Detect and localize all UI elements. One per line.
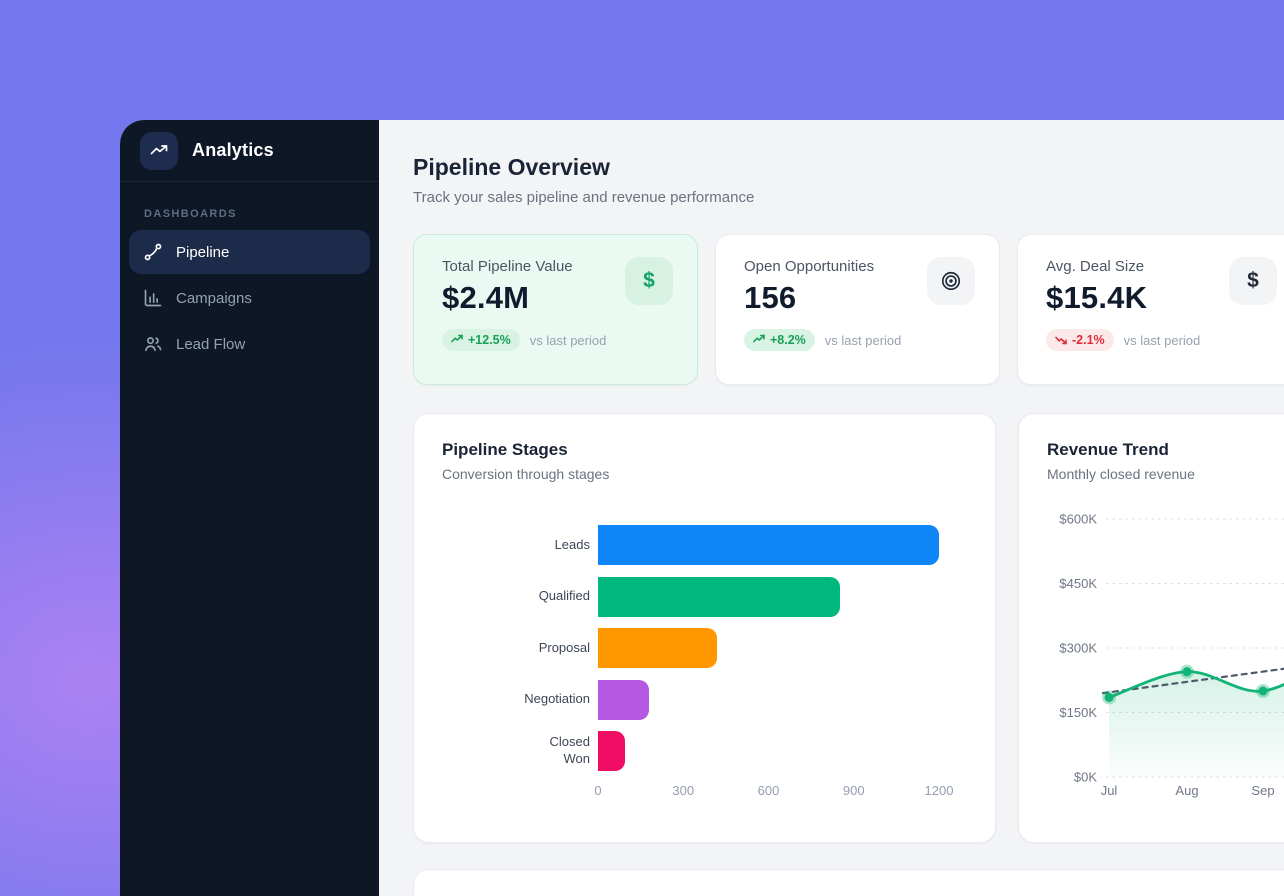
- sidebar-nav: Pipeline Campaigns Lead Flow: [120, 230, 379, 366]
- x-tick-label: 1200: [925, 783, 954, 798]
- page-subtitle: Track your sales pipeline and revenue pe…: [413, 189, 1284, 206]
- bar-category-label: Leads: [442, 537, 590, 554]
- stat-card-open-opportunities: Open Opportunities 156 +8.2% vs last per…: [715, 234, 1000, 385]
- pipeline-route-icon: [143, 242, 163, 262]
- pipeline-stages-chart[interactable]: Leads Qualified Proposal Negotiation Closed …: [442, 525, 967, 801]
- users-icon: [143, 334, 163, 354]
- sidebar-item-lead-flow[interactable]: Lead Flow: [129, 322, 370, 366]
- sidebar-item-label: Lead Flow: [176, 336, 245, 353]
- data-point[interactable]: [1183, 667, 1192, 676]
- y-tick-label: $0K: [1074, 770, 1097, 785]
- trending-up-icon: [753, 333, 765, 348]
- comparison-caption: vs last period: [1124, 333, 1201, 348]
- chart-title: Revenue Trend: [1047, 440, 1284, 460]
- bar[interactable]: [598, 577, 840, 617]
- bar-category-label: Proposal: [442, 640, 590, 657]
- revenue-trend-chart[interactable]: $0K $150K $300K $450K $600K Jul Aug Sep: [1047, 503, 1284, 808]
- bar-track: [598, 577, 939, 617]
- trending-up-icon: [451, 333, 463, 348]
- trending-up-icon: [149, 141, 169, 161]
- bar-category-label: Negotiation: [442, 691, 590, 708]
- stat-card-total-pipeline-value: Total Pipeline Value $2.4M +12.5% vs las…: [413, 234, 698, 385]
- bar[interactable]: [598, 731, 625, 771]
- change-badge: +12.5%: [442, 329, 520, 351]
- bar-x-axis: 03006009001200: [598, 783, 939, 801]
- sidebar-item-label: Pipeline: [176, 244, 229, 261]
- sidebar-section-label: DASHBOARDS: [144, 208, 355, 220]
- bar-rows: Leads Qualified Proposal Negotiation Closed …: [442, 525, 967, 771]
- stat-footer: +12.5% vs last period: [442, 329, 697, 351]
- main-content: Pipeline Overview Track your sales pipel…: [379, 120, 1284, 896]
- x-tick-label: 900: [843, 783, 865, 798]
- sidebar: Analytics DASHBOARDS Pipeline: [120, 120, 379, 896]
- y-tick-label: $600K: [1059, 512, 1097, 527]
- x-tick-label: 600: [758, 783, 780, 798]
- bar-track: [598, 731, 939, 771]
- revenue-trend-card: Revenue Trend Monthly closed revenue $0K…: [1018, 413, 1284, 843]
- bar-track: [598, 680, 939, 720]
- bar[interactable]: [598, 628, 717, 668]
- bar-category-label: Qualified: [442, 588, 590, 605]
- bar-row: Proposal: [442, 628, 967, 668]
- page-title: Pipeline Overview: [413, 154, 1284, 181]
- sidebar-item-campaigns[interactable]: Campaigns: [129, 276, 370, 320]
- y-tick-label: $300K: [1059, 641, 1097, 656]
- stat-footer: +8.2% vs last period: [744, 329, 999, 351]
- chart-subtitle: Conversion through stages: [442, 466, 967, 482]
- app-title: Analytics: [192, 140, 274, 161]
- x-tick-label: 300: [672, 783, 694, 798]
- stat-footer: -2.1% vs last period: [1046, 329, 1284, 351]
- change-value: -2.1%: [1072, 333, 1105, 347]
- revenue-trend-svg: $0K $150K $300K $450K $600K Jul Aug Sep: [1047, 503, 1284, 803]
- bar-chart-icon: [143, 288, 163, 308]
- comparison-caption: vs last period: [530, 333, 607, 348]
- x-tick-label: Sep: [1251, 783, 1274, 798]
- data-point[interactable]: [1259, 687, 1268, 696]
- sidebar-header: Analytics: [120, 120, 379, 182]
- bar-track: [598, 628, 939, 668]
- change-value: +12.5%: [468, 333, 511, 347]
- pipeline-stages-card: Pipeline Stages Conversion through stage…: [413, 413, 996, 843]
- analytics-logo: [140, 132, 178, 170]
- comparison-caption: vs last period: [825, 333, 902, 348]
- dollar-icon: $: [1229, 257, 1277, 305]
- charts-row: Pipeline Stages Conversion through stage…: [413, 413, 1284, 843]
- change-value: +8.2%: [770, 333, 806, 347]
- bar-row: Closed Won: [442, 731, 967, 771]
- target-icon: [927, 257, 975, 305]
- sidebar-item-label: Campaigns: [176, 290, 252, 307]
- bar[interactable]: [598, 525, 939, 565]
- x-tick-label: Jul: [1101, 783, 1118, 798]
- app-window: Analytics DASHBOARDS Pipeline: [120, 120, 1284, 896]
- bar-track: [598, 525, 939, 565]
- change-badge: -2.1%: [1046, 329, 1114, 351]
- y-tick-label: $150K: [1059, 705, 1097, 720]
- chart-title: Pipeline Stages: [442, 440, 967, 460]
- bar-category-label: Closed Won: [442, 734, 590, 768]
- chart-subtitle: Monthly closed revenue: [1047, 466, 1284, 482]
- data-point[interactable]: [1105, 693, 1114, 702]
- y-tick-label: $450K: [1059, 576, 1097, 591]
- bar-row: Negotiation: [442, 680, 967, 720]
- stat-card-avg-deal-size: Avg. Deal Size $15.4K -2.1% vs last peri…: [1017, 234, 1284, 385]
- change-badge: +8.2%: [744, 329, 815, 351]
- x-tick-label: 0: [594, 783, 601, 798]
- partially-visible-card: [413, 869, 1284, 896]
- stats-row: Total Pipeline Value $2.4M +12.5% vs las…: [413, 234, 1284, 385]
- dollar-icon: $: [625, 257, 673, 305]
- bar-row: Leads: [442, 525, 967, 565]
- sidebar-item-pipeline[interactable]: Pipeline: [129, 230, 370, 274]
- bar-row: Qualified: [442, 577, 967, 617]
- trending-down-icon: [1055, 334, 1067, 346]
- bar[interactable]: [598, 680, 649, 720]
- x-tick-label: Aug: [1175, 783, 1198, 798]
